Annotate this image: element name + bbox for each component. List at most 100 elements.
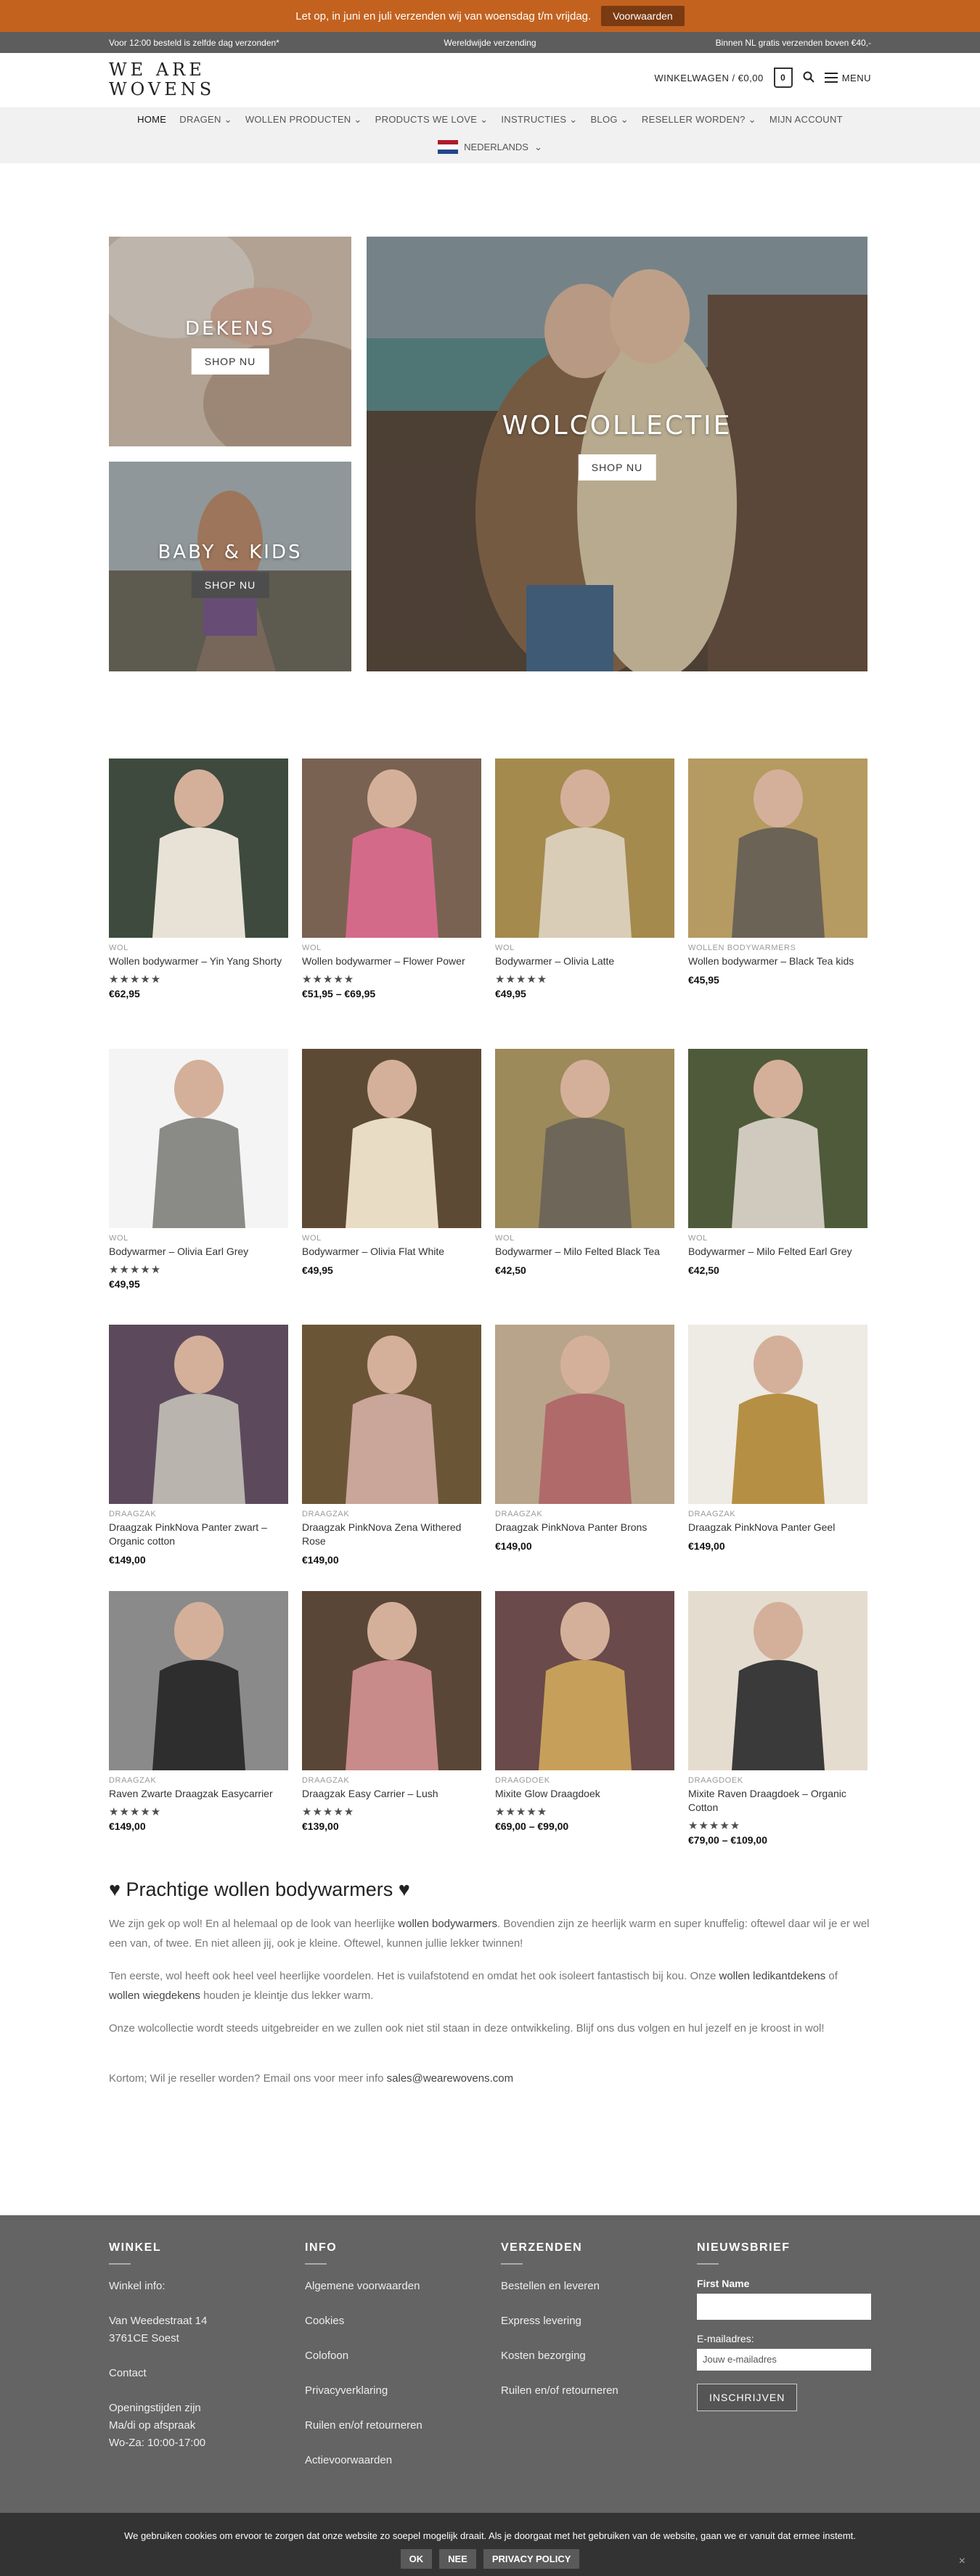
product-name[interactable]: Bodywarmer – Milo Felted Earl Grey	[688, 1245, 867, 1259]
banner-dekens[interactable]: DEKENS SHOP NU	[109, 237, 351, 446]
product-name[interactable]: Draagzak PinkNova Zena Withered Rose	[302, 1521, 481, 1548]
footer-link-cookies[interactable]: Cookies	[305, 2313, 486, 2330]
product-name[interactable]: Draagzak PinkNova Panter Brons	[495, 1521, 674, 1534]
product-image[interactable]	[495, 1591, 674, 1770]
product-image[interactable]	[688, 1591, 867, 1770]
footer-link-privacyverklaring[interactable]: Privacyverklaring	[305, 2382, 486, 2400]
product-name[interactable]: Wollen bodywarmer – Black Tea kids	[688, 954, 867, 968]
dekens-image	[109, 237, 351, 446]
winkel-address: Van Weedestraat 14 3761CE Soest	[109, 2315, 208, 2344]
product-card[interactable]: DRAAGDOEK Mixite Glow Draagdoek ★★★★★ €69,0…	[495, 1591, 674, 1832]
product-card[interactable]: DRAAGZAK Draagzak PinkNova Panter Geel €14…	[688, 1325, 867, 1552]
product-name[interactable]: Raven Zwarte Draagzak Easycarrier	[109, 1787, 288, 1801]
nav-blog[interactable]: BLOG ⌄	[590, 114, 628, 126]
cart-icon[interactable]: 0	[773, 68, 793, 88]
nav-mijn-account[interactable]: MIJN ACCOUNT	[769, 114, 843, 126]
logo[interactable]: WE ARE WOVENS	[109, 60, 215, 99]
nav-dragen[interactable]: DRAGEN ⌄	[179, 114, 232, 126]
product-card[interactable]: WOL Bodywarmer – Olivia Latte ★★★★★ €49,95	[495, 759, 674, 999]
subscribe-button[interactable]: INSCHRIJVEN	[697, 2384, 798, 2411]
footer-link-bestellen[interactable]: Bestellen en leveren	[501, 2278, 682, 2295]
product-image[interactable]	[302, 1591, 481, 1770]
privacy-policy-button[interactable]: PRIVACY POLICY	[483, 2549, 580, 2569]
product-card[interactable]: WOL Wollen bodywarmer – Flower Power ★★★★★…	[302, 759, 481, 999]
product-image[interactable]	[495, 1325, 674, 1504]
language-switcher[interactable]: NEDERLANDS ⌄	[0, 140, 980, 154]
star-rating-icon: ★★★★★	[109, 1264, 162, 1276]
footer-link-colofoon[interactable]: Colofoon	[305, 2347, 486, 2365]
footer-link-kosten[interactable]: Kosten bezorging	[501, 2347, 682, 2365]
product-card[interactable]: WOL Bodywarmer – Milo Felted Black Tea €42…	[495, 1049, 674, 1276]
nav-home[interactable]: HOME	[137, 114, 166, 126]
footer-link-ruilen[interactable]: Ruilen en/of retourneren	[305, 2417, 486, 2434]
star-rating-icon: ★★★★★	[109, 973, 162, 986]
wollen-bodywarmers-link[interactable]: wollen bodywarmers	[398, 1918, 497, 1930]
footer-link-actievoorwaarden[interactable]: Actievoorwaarden	[305, 2452, 486, 2469]
product-card[interactable]: WOL Bodywarmer – Milo Felted Earl Grey €42…	[688, 1049, 867, 1276]
product-name[interactable]: Draagzak PinkNova Panter Geel	[688, 1521, 867, 1534]
product-image[interactable]	[302, 1325, 481, 1504]
product-card[interactable]: DRAAGDOEK Mixite Raven Draagdoek – Organi…	[688, 1591, 867, 1846]
product-image[interactable]	[302, 1049, 481, 1228]
first-name-field[interactable]	[697, 2294, 871, 2320]
product-card[interactable]: DRAAGZAK Draagzak PinkNova Panter zwart –…	[109, 1325, 288, 1566]
wolcollectie-shop-button[interactable]: SHOP NU	[578, 454, 656, 481]
product-card[interactable]: DRAAGZAK Raven Zwarte Draagzak Easycarrie…	[109, 1591, 288, 1832]
product-name[interactable]: Bodywarmer – Olivia Latte	[495, 954, 674, 968]
nav-products-we-love[interactable]: PRODUCTS WE LOVE ⌄	[375, 114, 489, 126]
product-name[interactable]: Bodywarmer – Milo Felted Black Tea	[495, 1245, 674, 1259]
product-name[interactable]: Draagzak PinkNova Panter zwart – Organic…	[109, 1521, 288, 1548]
language-label: NEDERLANDS	[464, 142, 528, 152]
footer-link-algemene-voorwaarden[interactable]: Algemene voorwaarden	[305, 2278, 486, 2295]
footer-link-express[interactable]: Express levering	[501, 2313, 682, 2330]
search-icon[interactable]	[803, 71, 814, 85]
cookie-ok-button[interactable]: OK	[400, 2549, 433, 2569]
product-image[interactable]	[495, 1049, 674, 1228]
nav-reseller[interactable]: RESELLER WORDEN? ⌄	[642, 114, 756, 126]
voorwaarden-button[interactable]: Voorwaarden	[601, 6, 685, 26]
product-image[interactable]	[688, 759, 867, 938]
email-field[interactable]: Jouw e-mailadres	[697, 2349, 871, 2371]
product-category: DRAAGDOEK	[495, 1776, 550, 1785]
product-card[interactable]: DRAAGZAK Draagzak PinkNova Panter Brons €1…	[495, 1325, 674, 1552]
nav-wollen-producten[interactable]: WOLLEN PRODUCTEN ⌄	[245, 114, 362, 126]
cart-link[interactable]: WINKELWAGEN / €0,00	[654, 73, 763, 83]
product-card[interactable]: WOL Bodywarmer – Olivia Earl Grey ★★★★★ €49…	[109, 1049, 288, 1290]
product-name[interactable]: Draagzak Easy Carrier – Lush	[302, 1787, 481, 1801]
contact-link[interactable]: Contact	[109, 2365, 290, 2382]
product-image[interactable]	[109, 1325, 288, 1504]
product-image[interactable]	[109, 759, 288, 938]
banner-wolcollectie[interactable]: WOLCOLLECTIE SHOP NU	[367, 237, 867, 671]
product-name[interactable]: Mixite Glow Draagdoek	[495, 1787, 674, 1801]
product-card[interactable]: DRAAGZAK Draagzak PinkNova Zena Withered …	[302, 1325, 481, 1566]
wollen-wiegdekens-link[interactable]: wollen wiegdekens	[109, 1990, 200, 2002]
dekens-shop-button[interactable]: SHOP NU	[191, 348, 269, 375]
sales-email-link[interactable]: sales@wearewovens.com	[387, 2072, 513, 2085]
product-card[interactable]: WOL Wollen bodywarmer – Yin Yang Shorty ★★…	[109, 759, 288, 999]
product-name[interactable]: Wollen bodywarmer – Flower Power	[302, 954, 481, 968]
product-card[interactable]: WOLLEN BODYWARMERS Wollen bodywarmer – Bl…	[688, 759, 867, 986]
product-image[interactable]	[109, 1049, 288, 1228]
product-name[interactable]: Wollen bodywarmer – Yin Yang Shorty	[109, 954, 288, 968]
product-name[interactable]: Bodywarmer – Olivia Flat White	[302, 1245, 481, 1259]
cookie-nee-button[interactable]: NEE	[439, 2549, 476, 2569]
product-price: €149,00	[109, 1820, 146, 1832]
banner-baby-kids[interactable]: BABY & KIDS SHOP NU	[109, 462, 351, 671]
strip-right-text: Binnen NL gratis verzenden boven €40,-	[715, 38, 871, 48]
product-name[interactable]: Mixite Raven Draagdoek – Organic Cotton	[688, 1787, 867, 1815]
footer-link-ruilen-verzenden[interactable]: Ruilen en/of retourneren	[501, 2382, 682, 2400]
menu-button[interactable]: MENU	[824, 73, 871, 83]
product-price: €42,50	[495, 1264, 526, 1276]
close-icon[interactable]: ×	[959, 2555, 965, 2568]
product-image[interactable]	[109, 1591, 288, 1770]
product-name[interactable]: Bodywarmer – Olivia Earl Grey	[109, 1245, 288, 1259]
product-card[interactable]: DRAAGZAK Draagzak Easy Carrier – Lush ★★★★…	[302, 1591, 481, 1832]
wollen-ledikantdekens-link[interactable]: wollen ledikantdekens	[719, 1970, 825, 1982]
product-card[interactable]: WOL Bodywarmer – Olivia Flat White €49,95	[302, 1049, 481, 1276]
nav-instructies[interactable]: INSTRUCTIES ⌄	[501, 114, 577, 126]
product-image[interactable]	[688, 1325, 867, 1504]
baby-kids-shop-button[interactable]: SHOP NU	[191, 572, 269, 598]
product-image[interactable]	[688, 1049, 867, 1228]
product-image[interactable]	[495, 759, 674, 938]
product-image[interactable]	[302, 759, 481, 938]
